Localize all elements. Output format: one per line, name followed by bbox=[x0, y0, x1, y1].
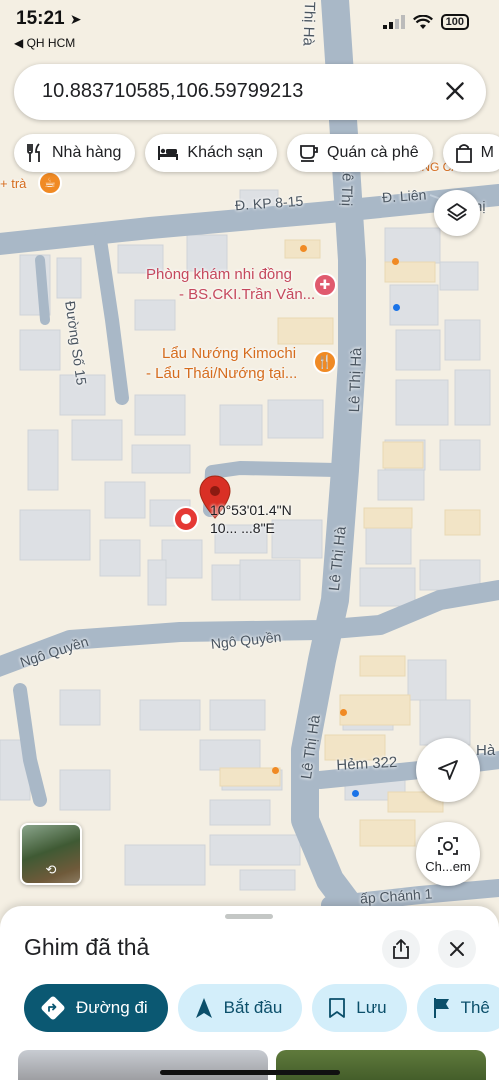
close-sheet-button[interactable] bbox=[438, 930, 476, 968]
cellular-signal-icon bbox=[382, 15, 405, 29]
poi-label-tra: + trà bbox=[0, 176, 27, 191]
layers-button[interactable] bbox=[434, 190, 480, 236]
directions-button[interactable]: Đường đi bbox=[24, 984, 168, 1032]
hospital-icon[interactable]: ✚ bbox=[313, 273, 337, 297]
chip-hotels-label: Khách sạn bbox=[187, 144, 263, 161]
layers-icon bbox=[447, 203, 467, 221]
poi-dot[interactable] bbox=[393, 304, 400, 311]
fork-knife-icon bbox=[27, 143, 40, 162]
my-location-button[interactable] bbox=[416, 738, 480, 802]
restaurant-name-line1: Lẩu Nướng Kimochi bbox=[162, 345, 297, 362]
camera-scan-icon bbox=[438, 836, 458, 855]
search-query-text[interactable]: 10.883710585,106.59799213 bbox=[42, 80, 303, 103]
sheet-title: Ghim đã thả bbox=[24, 934, 150, 960]
share-button[interactable] bbox=[382, 930, 420, 968]
restaurant-label[interactable]: Lẩu Nướng Kimochi - Lẩu Thái/Nướng tại..… bbox=[146, 344, 297, 384]
place-sheet[interactable]: Ghim đã thả Đường đi Bắt đầu Lưu Thê bbox=[0, 906, 499, 1080]
rotate-360-icon: ⟲ bbox=[45, 862, 57, 877]
label-button[interactable]: Thê bbox=[416, 984, 499, 1032]
chip-restaurants[interactable]: Nhà hàng bbox=[14, 134, 136, 172]
coffee-cup-icon bbox=[300, 145, 318, 162]
navigation-arrow-icon bbox=[438, 760, 458, 780]
directions-icon bbox=[41, 996, 65, 1020]
chip-shopping-label: M bbox=[480, 144, 494, 161]
poi-dot[interactable] bbox=[340, 709, 347, 716]
road-label-hem-322: Hẻm 322 bbox=[336, 753, 398, 774]
place-photo[interactable] bbox=[276, 1050, 486, 1080]
navigation-icon bbox=[195, 998, 212, 1018]
chip-coffee[interactable]: Quán cà phê bbox=[287, 134, 433, 172]
directions-label: Đường đi bbox=[76, 998, 148, 1017]
pin-longitude: 10... ...8"E bbox=[210, 520, 275, 536]
drag-handle[interactable] bbox=[225, 914, 273, 919]
place-photo[interactable] bbox=[18, 1050, 268, 1080]
search-bar[interactable]: 10.883710585,106.59799213 bbox=[14, 64, 486, 120]
pin-latitude: 10°53'01.4"N bbox=[210, 502, 292, 518]
battery-icon: 100 bbox=[440, 14, 469, 30]
pin-coordinates: 10°53'01.4"N 10... ...8"E bbox=[210, 501, 292, 537]
status-bar: 15:21 ➤ ◀ QH HCM 100 bbox=[0, 0, 499, 56]
road-label-le-thi-ha-1: Lê Thị Hà bbox=[346, 347, 366, 413]
status-time-text: 15:21 bbox=[16, 8, 65, 29]
back-to-app-link[interactable]: ◀ QH HCM bbox=[14, 36, 75, 50]
shopping-bag-icon bbox=[455, 144, 472, 163]
poi-dot[interactable] bbox=[272, 767, 279, 774]
home-indicator bbox=[160, 1070, 340, 1075]
photo-strip[interactable] bbox=[18, 1050, 488, 1080]
saved-place-marker-icon[interactable] bbox=[172, 505, 200, 539]
clinic-label[interactable]: Phòng khám nhi đồng - BS.CKI.Trần Văn... bbox=[146, 265, 315, 305]
close-icon bbox=[450, 942, 464, 956]
road-label-lien: Đ. Liên bbox=[381, 186, 427, 206]
chip-shopping[interactable]: M bbox=[442, 134, 499, 172]
flag-icon bbox=[433, 998, 449, 1018]
status-icons: 100 bbox=[382, 14, 469, 30]
bed-icon bbox=[158, 146, 179, 160]
coffee-poi-icon[interactable]: ☕ bbox=[38, 171, 62, 195]
chip-coffee-label: Quán cà phê bbox=[327, 144, 419, 161]
bookmark-icon bbox=[329, 998, 346, 1018]
close-icon[interactable] bbox=[442, 78, 468, 104]
poi-dot[interactable] bbox=[392, 258, 399, 265]
restaurant-icon[interactable]: 🍴 bbox=[313, 350, 337, 374]
save-button[interactable]: Lưu bbox=[312, 984, 407, 1032]
check-button[interactable]: Ch...em bbox=[416, 822, 480, 886]
start-label: Bắt đầu bbox=[223, 998, 283, 1017]
start-button[interactable]: Bắt đầu bbox=[177, 984, 303, 1032]
share-icon bbox=[393, 939, 409, 959]
check-button-label: Ch...em bbox=[425, 858, 471, 874]
clinic-name-line1: Phòng khám nhi đồng bbox=[146, 266, 292, 283]
restaurant-name-line2: - Lẩu Thái/Nướng tại... bbox=[146, 365, 298, 382]
status-time: 15:21 ➤ bbox=[16, 8, 82, 30]
street-view-thumbnail[interactable]: ⟲ bbox=[20, 823, 82, 885]
category-chips: Nhà hàng Khách sạn Quán cà phê M bbox=[14, 134, 499, 172]
clinic-name-line2: - BS.CKI.Trần Văn... bbox=[179, 286, 316, 303]
chip-hotels[interactable]: Khách sạn bbox=[145, 134, 277, 172]
action-buttons: Đường đi Bắt đầu Lưu Thê bbox=[24, 984, 499, 1032]
wifi-icon bbox=[412, 14, 433, 29]
poi-dot[interactable] bbox=[352, 790, 359, 797]
save-label: Lưu bbox=[356, 998, 387, 1017]
road-label-ha: Hà bbox=[476, 742, 496, 759]
chip-restaurants-label: Nhà hàng bbox=[52, 144, 122, 161]
location-arrow-icon: ➤ bbox=[69, 11, 82, 27]
label-button-label: Thê bbox=[460, 998, 490, 1017]
poi-dot[interactable] bbox=[300, 245, 307, 252]
